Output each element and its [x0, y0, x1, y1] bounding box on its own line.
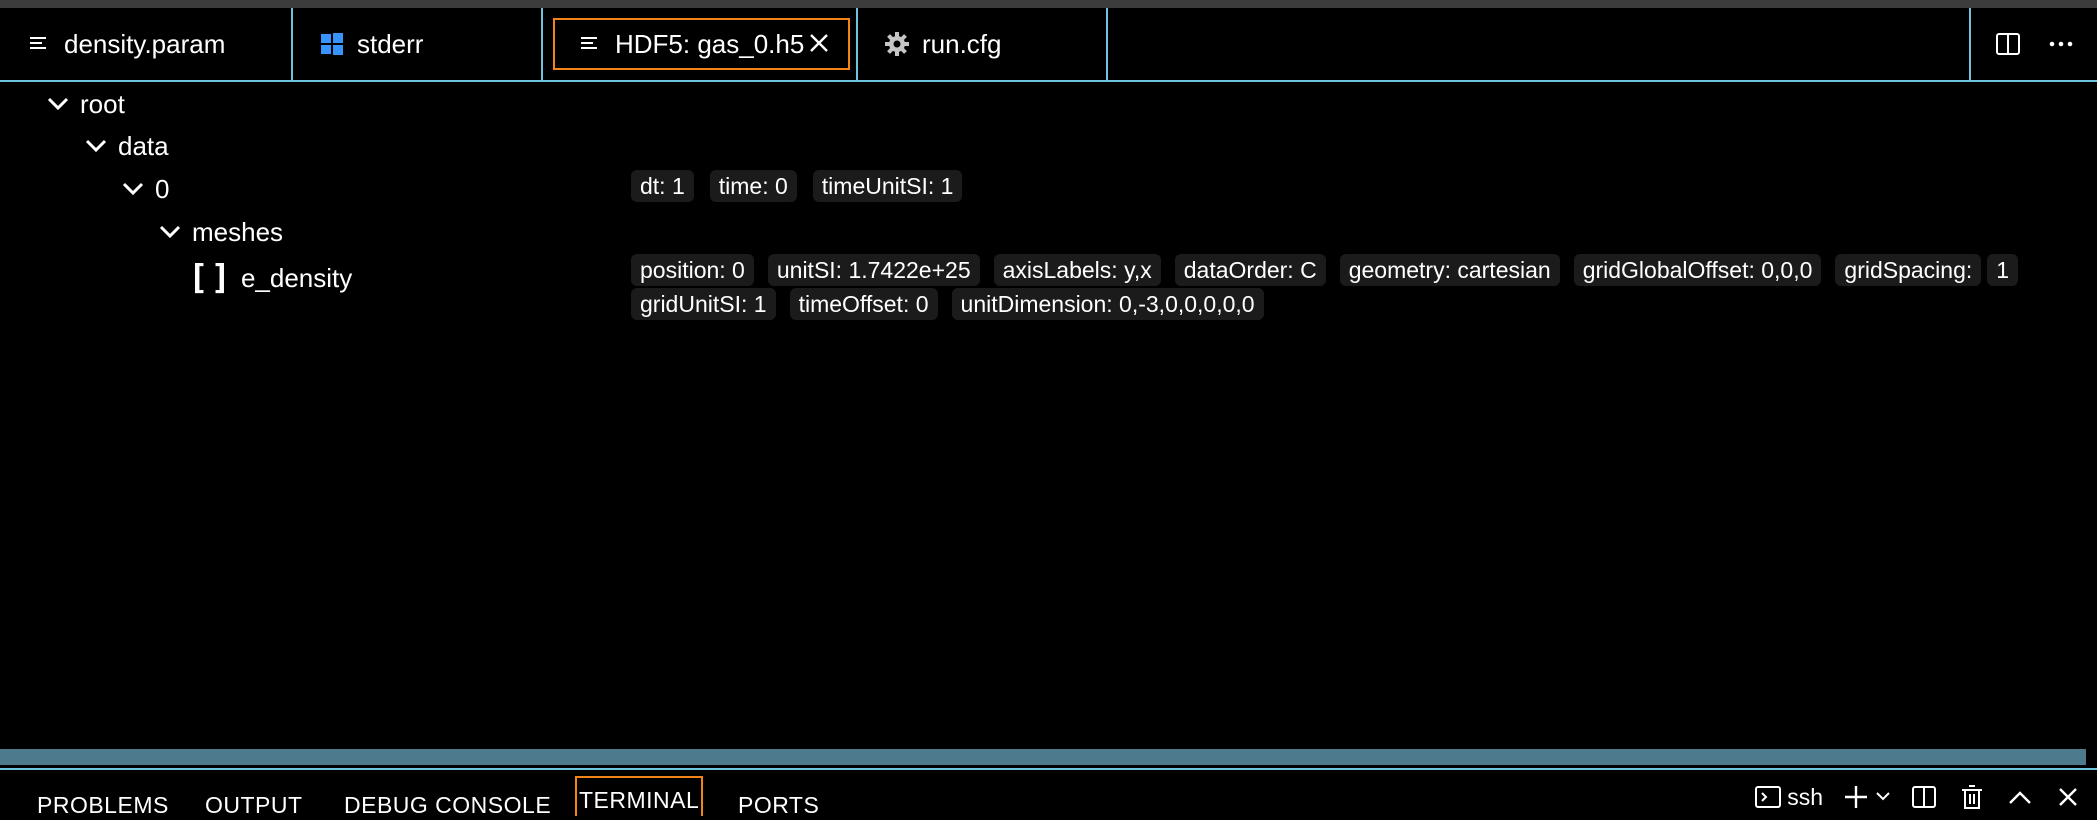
chevron-down-icon[interactable] [119, 175, 147, 203]
attribute-chip: dataOrder: C [1174, 254, 1326, 286]
scrollbar-thumb[interactable] [0, 749, 2086, 765]
attribute-chip: position: 0 [631, 254, 754, 286]
windows-icon [319, 31, 345, 57]
chevron-down-icon[interactable] [82, 132, 110, 160]
tree-node-label: 0 [155, 173, 170, 204]
tree-node-label: data [118, 130, 169, 161]
tab-label: stderr [357, 28, 424, 59]
panel-tab-output[interactable]: OUTPUT [205, 792, 303, 819]
tree-node-root[interactable]: root [44, 84, 125, 124]
terminal-name[interactable]: ssh [1787, 784, 1823, 811]
attribute-chip: unitSI: 1.7422e+25 [767, 254, 980, 286]
dataset-icon: [] [188, 258, 233, 298]
attribute-chip: unitDimension: 0,-3,0,0,0,0,0 [951, 288, 1264, 320]
attribute-chip: geometry: cartesian [1339, 254, 1560, 286]
tab-run-cfg[interactable]: run.cfg [858, 8, 1108, 80]
tab-label: density.param [64, 28, 226, 59]
horizontal-scrollbar[interactable] [0, 749, 2097, 769]
attributes-group-0: dt: 1 time: 0 timeUnitSI: 1 [631, 170, 2031, 202]
tree-node-label: meshes [192, 216, 284, 247]
editor-actions [1969, 8, 2097, 80]
more-actions-icon[interactable] [2044, 27, 2078, 61]
editor-tab-bar: density.param stderr HDF5: gas_0.h5 run.… [0, 8, 2097, 82]
attribute-chip: time: 0 [709, 170, 797, 202]
window-top-strip [0, 0, 2097, 8]
tab-label: run.cfg [922, 28, 1002, 59]
bottom-panel: PROBLEMS OUTPUT DEBUG CONSOLE TERMINAL P… [0, 768, 2097, 818]
attribute-chip: dt: 1 [631, 170, 694, 202]
tree-node-0[interactable]: 0 [119, 169, 169, 209]
attribute-chip: 1 [1987, 254, 2019, 286]
tab-stderr[interactable]: stderr [293, 8, 543, 80]
attribute-chip: timeOffset: 0 [789, 288, 938, 320]
attribute-chip: timeUnitSI: 1 [812, 170, 963, 202]
chevron-down-icon[interactable] [156, 218, 184, 246]
panel-tab-problems[interactable]: PROBLEMS [37, 792, 169, 819]
chevron-down-icon[interactable] [44, 90, 72, 118]
tree-node-label: e_density [240, 262, 353, 293]
close-icon[interactable] [804, 28, 834, 58]
hdf5-tree: root data 0 meshes [] e_density dt: 1 ti… [0, 84, 2097, 744]
attribute-chip: gridUnitSI: 1 [631, 288, 776, 320]
attribute-chip: axisLabels: y,x [993, 254, 1161, 286]
attributes-e-density: position: 0 unitSI: 1.7422e+25 axisLabel… [631, 254, 2051, 320]
tab-density-param[interactable]: density.param [0, 8, 293, 80]
attribute-chip: gridSpacing: [1835, 254, 1982, 286]
tree-node-meshes[interactable]: meshes [156, 212, 283, 252]
tree-node-e-density[interactable]: [] e_density [188, 258, 352, 298]
split-editor-icon[interactable] [1991, 27, 2025, 61]
panel-tab-terminal[interactable]: TERMINAL [575, 776, 704, 816]
tree-node-label: root [80, 88, 125, 119]
tab-hdf5-gas[interactable]: HDF5: gas_0.h5 [543, 8, 858, 80]
lines-icon [26, 31, 52, 57]
tree-node-data[interactable]: data [82, 126, 169, 166]
gear-icon [884, 31, 910, 57]
attribute-chip: gridGlobalOffset: 0,0,0 [1573, 254, 1822, 286]
panel-tab-ports[interactable]: PORTS [738, 792, 819, 819]
panel-tab-debug-console[interactable]: DEBUG CONSOLE [344, 792, 551, 819]
